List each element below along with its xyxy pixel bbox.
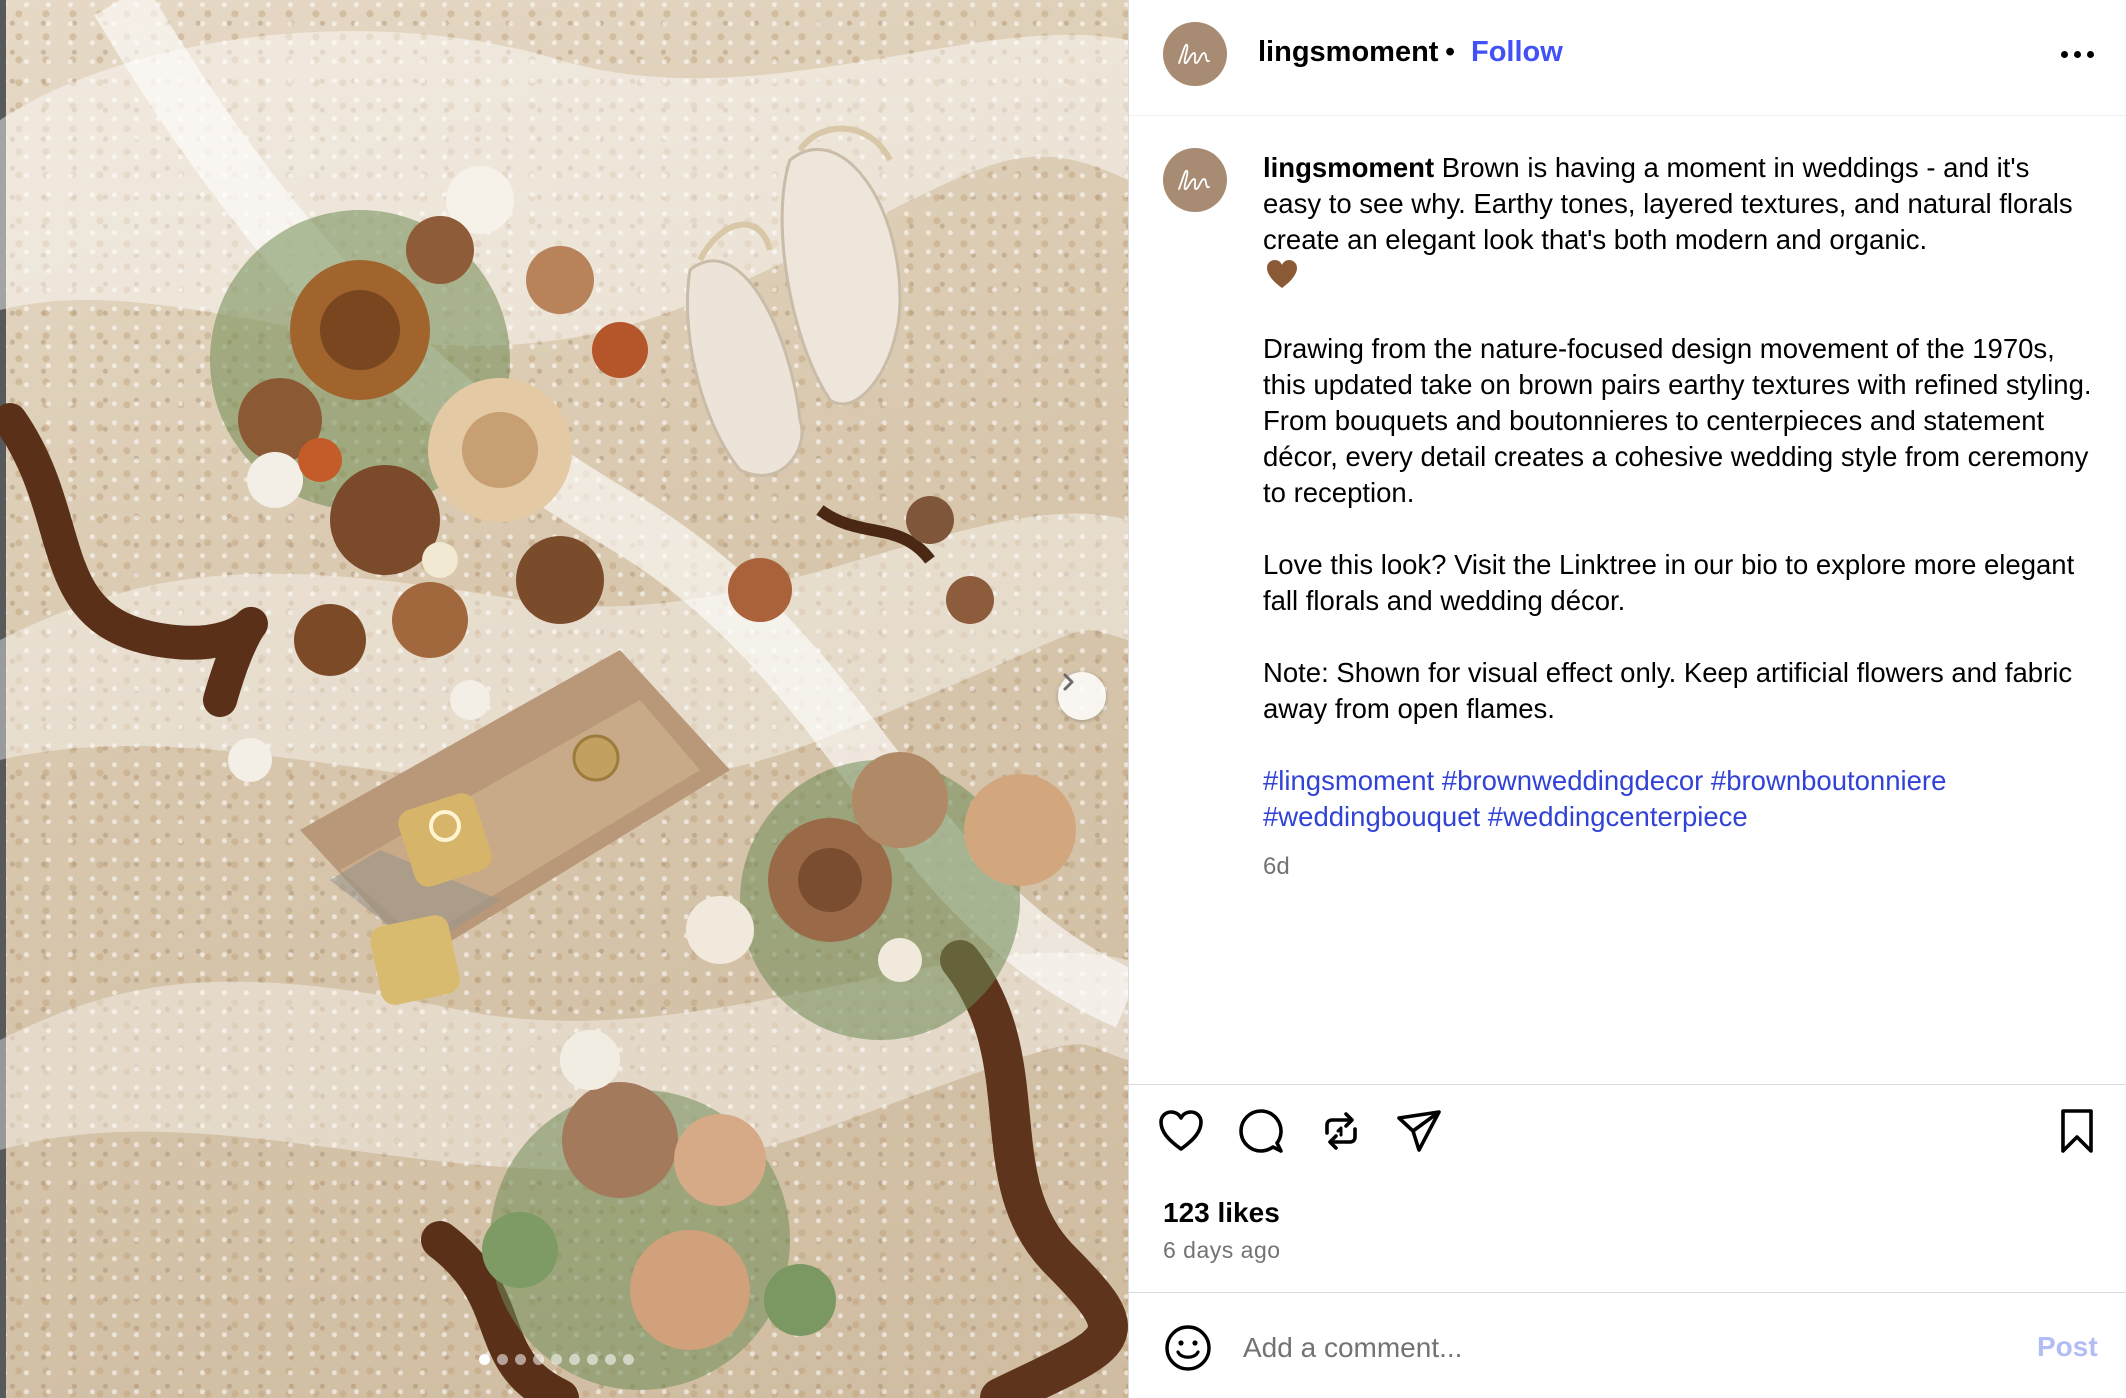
carousel-dot[interactable] xyxy=(515,1354,526,1365)
next-slide-button[interactable] xyxy=(1058,672,1106,720)
caption-age[interactable]: 6d xyxy=(1263,849,2093,885)
post-caption: lingsmoment Brown is having a moment in … xyxy=(1263,150,2093,885)
carousel-dot[interactable] xyxy=(605,1354,616,1365)
bookmark-icon xyxy=(2061,1109,2093,1153)
caption-paragraph: Note: Shown for visual effect only. Keep… xyxy=(1263,657,2073,724)
carousel-dot[interactable] xyxy=(479,1354,490,1365)
lingsmoment-logo-icon xyxy=(1178,43,1210,65)
carousel-dot[interactable] xyxy=(623,1354,634,1365)
post-media-carousel[interactable] xyxy=(0,0,1128,1398)
more-options-icon xyxy=(2060,50,2068,58)
brown-heart-emoji xyxy=(1267,260,1297,288)
hashtag-link[interactable]: #brownweddingdecor xyxy=(1442,765,1703,796)
share-icon xyxy=(1397,1110,1441,1152)
more-options-button[interactable] xyxy=(2053,40,2101,68)
carousel-dot[interactable] xyxy=(551,1354,562,1365)
post-photo xyxy=(0,0,1128,1398)
like-button[interactable] xyxy=(1155,1105,1207,1157)
separator-dot: • xyxy=(1445,36,1456,68)
post-comment-button[interactable]: Post xyxy=(2037,1331,2098,1363)
chevron-right-icon xyxy=(1063,673,1074,691)
carousel-dot[interactable] xyxy=(569,1354,580,1365)
caption-paragraph: Love this look? Visit the Linktree in ou… xyxy=(1263,549,2075,616)
caption-avatar[interactable] xyxy=(1163,148,1227,212)
hashtag-link[interactable]: #weddingbouquet xyxy=(1263,801,1480,832)
username-link[interactable]: lingsmoment xyxy=(1258,36,1438,69)
comment-input[interactable] xyxy=(1243,1323,1963,1373)
lingsmoment-logo-icon xyxy=(1178,169,1210,191)
caption-paragraph: Drawing from the nature-focused design m… xyxy=(1263,333,2092,508)
comment-composer: Post xyxy=(1129,1292,2126,1398)
carousel-dot[interactable] xyxy=(587,1354,598,1365)
more-options-icon-dot xyxy=(2073,50,2081,58)
post-header: lingsmoment • Follow xyxy=(1129,0,2126,116)
hashtag-link[interactable]: #brownboutonniere xyxy=(1711,765,1946,796)
save-button[interactable] xyxy=(2051,1105,2103,1157)
caption-area: lingsmoment Brown is having a moment in … xyxy=(1129,116,2126,1084)
hashtag-link[interactable]: #lingsmoment xyxy=(1263,765,1434,796)
carousel-dot[interactable] xyxy=(533,1354,544,1365)
repost-button[interactable] xyxy=(1315,1105,1367,1157)
share-button[interactable] xyxy=(1393,1105,1445,1157)
likes-count[interactable]: 123 likes xyxy=(1163,1197,1280,1229)
comment-button[interactable] xyxy=(1235,1105,1287,1157)
emoji-button[interactable] xyxy=(1163,1323,1213,1373)
follow-button[interactable]: Follow xyxy=(1471,36,1563,69)
comment-icon xyxy=(1239,1109,1283,1153)
hashtag-list: #lingsmoment #brownweddingdecor #brownbo… xyxy=(1263,763,2093,835)
heart-icon xyxy=(1159,1110,1203,1151)
post-date[interactable]: 6 days ago xyxy=(1163,1237,1281,1264)
post-detail-panel: lingsmoment • Follow lingsmoment Brown i… xyxy=(1128,0,2126,1398)
repost-icon xyxy=(1325,1112,1357,1150)
carousel-dots xyxy=(479,1354,634,1365)
emoji-icon xyxy=(1165,1325,1211,1371)
post-actions: 123 likes 6 days ago xyxy=(1129,1084,2126,1292)
avatar[interactable] xyxy=(1163,22,1227,86)
more-options-icon-dot xyxy=(2086,50,2094,58)
hashtag-link[interactable]: #weddingcenterpiece xyxy=(1488,801,1748,832)
caption-username-link[interactable]: lingsmoment xyxy=(1263,152,1434,183)
carousel-dot[interactable] xyxy=(497,1354,508,1365)
